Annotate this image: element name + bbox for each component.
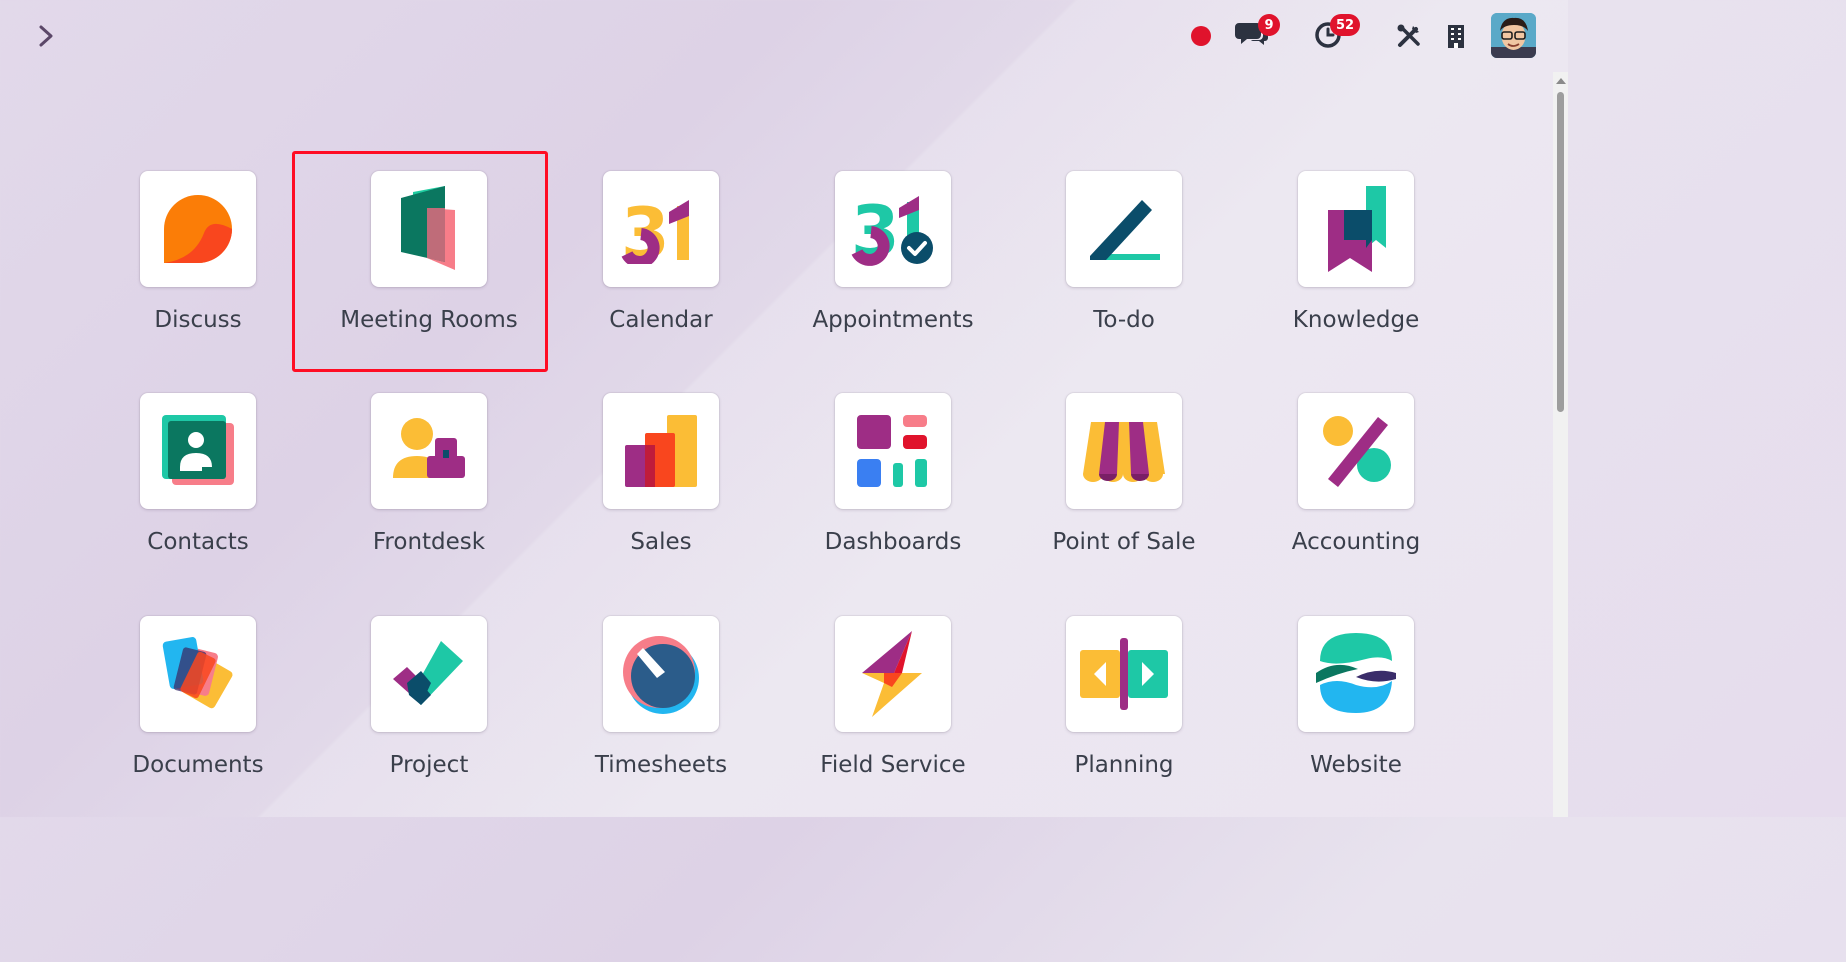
- sales-icon: [603, 393, 719, 509]
- dashboards-icon: [835, 393, 951, 509]
- knowledge-icon: [1298, 171, 1414, 287]
- app-contacts[interactable]: Contacts: [82, 393, 314, 593]
- app-label: Knowledge: [1292, 307, 1420, 333]
- app-label: Field Service: [820, 752, 966, 778]
- calendar-icon: 3: [603, 171, 719, 287]
- app-label: Timesheets: [594, 752, 728, 778]
- app-sales[interactable]: Sales: [545, 393, 777, 593]
- app-frontdesk[interactable]: Frontdesk: [313, 393, 545, 593]
- todo-icon: [1066, 171, 1182, 287]
- highlight-box: [292, 151, 548, 372]
- field-service-icon: [835, 616, 951, 732]
- app-label: Appointments: [812, 307, 974, 333]
- app-label: Frontdesk: [372, 529, 486, 555]
- app-project[interactable]: Project: [313, 616, 545, 816]
- documents-icon: [140, 616, 256, 732]
- app-knowledge[interactable]: Knowledge: [1240, 171, 1472, 371]
- appointments-icon: 3: [835, 171, 951, 287]
- app-label: Sales: [630, 529, 692, 555]
- app-grid: Discuss Meeting Rooms 3 Calendar 3 Appoi…: [0, 0, 1550, 817]
- timesheets-icon: [603, 616, 719, 732]
- app-dashboards[interactable]: Dashboards: [777, 393, 1009, 593]
- app-label: Point of Sale: [1052, 529, 1196, 555]
- discuss-icon: [140, 171, 256, 287]
- app-calendar[interactable]: 3 Calendar: [545, 171, 777, 371]
- app-timesheets[interactable]: Timesheets: [545, 616, 777, 816]
- project-icon: [371, 616, 487, 732]
- app-documents[interactable]: Documents: [82, 616, 314, 816]
- website-icon: [1298, 616, 1414, 732]
- scrollbar-thumb[interactable]: [1557, 92, 1564, 412]
- app-appointments[interactable]: 3 Appointments: [777, 171, 1009, 371]
- app-label: Website: [1310, 752, 1402, 778]
- app-planning[interactable]: Planning: [1008, 616, 1240, 816]
- app-accounting[interactable]: Accounting: [1240, 393, 1472, 593]
- app-label: Dashboards: [824, 529, 962, 555]
- app-label: Planning: [1074, 752, 1174, 778]
- app-to-do[interactable]: To-do: [1008, 171, 1240, 371]
- app-label: Discuss: [154, 307, 242, 333]
- app-discuss[interactable]: Discuss: [82, 171, 314, 371]
- app-point-of-sale[interactable]: Point of Sale: [1008, 393, 1240, 593]
- point-of-sale-icon: [1066, 393, 1182, 509]
- app-label: Documents: [132, 752, 264, 778]
- app-label: Accounting: [1291, 529, 1421, 555]
- app-label: To-do: [1093, 307, 1155, 333]
- scroll-up-icon[interactable]: [1556, 78, 1566, 84]
- app-label: Contacts: [147, 529, 249, 555]
- app-label: Calendar: [609, 307, 713, 333]
- contacts-icon: [140, 393, 256, 509]
- planning-icon: [1066, 616, 1182, 732]
- scrollbar[interactable]: [1553, 72, 1568, 817]
- frontdesk-icon: [371, 393, 487, 509]
- app-field-service[interactable]: Field Service: [777, 616, 1009, 816]
- app-label: Project: [389, 752, 469, 778]
- accounting-icon: [1298, 393, 1414, 509]
- app-website[interactable]: Website: [1240, 616, 1472, 816]
